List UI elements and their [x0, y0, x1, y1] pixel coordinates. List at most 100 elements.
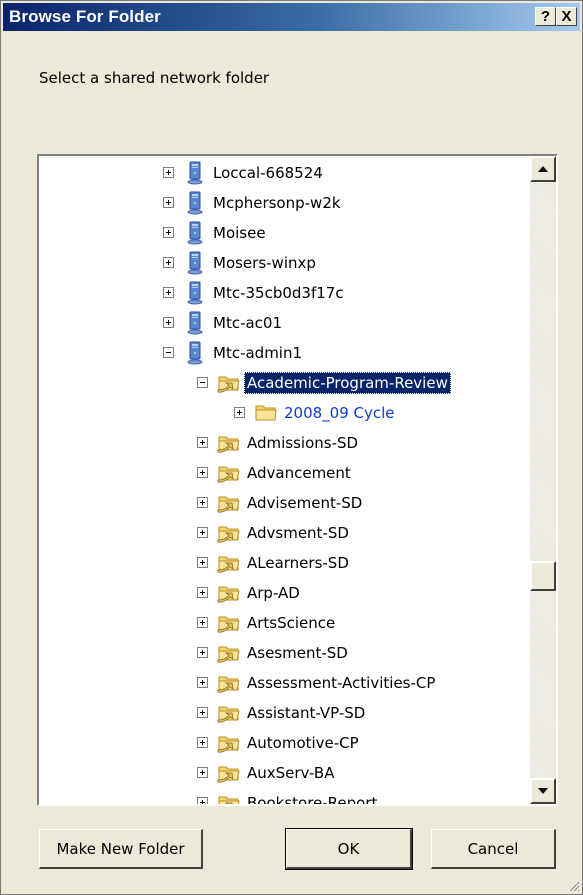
shared-folder-icon	[217, 551, 241, 575]
tree-item-label: AuxServ-BA	[247, 764, 335, 782]
expand-plus-icon[interactable]	[234, 407, 245, 418]
shared-folder-icon	[217, 701, 241, 725]
window-title: Browse For Folder	[9, 7, 161, 26]
collapse-minus-icon[interactable]	[163, 347, 174, 358]
folder-tree: Loccal-668524 Mcphersonp-w2k Moisee Mosers-…	[39, 156, 530, 804]
tree-item[interactable]: Academic-Program-Review	[39, 368, 530, 398]
shared-folder-icon	[217, 791, 241, 804]
expand-plus-icon[interactable]	[197, 497, 208, 508]
tree-item-label: Mosers-winxp	[213, 254, 316, 272]
computer-icon	[183, 221, 207, 245]
tree-item-label: 2008_09 Cycle	[284, 404, 395, 422]
expand-plus-icon[interactable]	[197, 437, 208, 448]
folder-tree-view[interactable]: Loccal-668524 Mcphersonp-w2k Moisee Mosers-…	[37, 154, 558, 806]
tree-item-label: Loccal-668524	[213, 164, 323, 182]
tree-item[interactable]: Assistant-VP-SD	[39, 698, 530, 728]
tree-item-label: Moisee	[213, 224, 266, 242]
scroll-up-button[interactable]	[530, 156, 556, 182]
expand-plus-icon[interactable]	[197, 557, 208, 568]
tree-item-label: Mtc-35cb0d3f17c	[213, 284, 344, 302]
tree-item[interactable]: Arp-AD	[39, 578, 530, 608]
expand-plus-icon[interactable]	[197, 527, 208, 538]
tree-item[interactable]: Admissions-SD	[39, 428, 530, 458]
expand-plus-icon[interactable]	[197, 647, 208, 658]
expand-plus-icon[interactable]	[163, 227, 174, 238]
scroll-down-button[interactable]	[530, 778, 556, 804]
tree-item[interactable]: ALearners-SD	[39, 548, 530, 578]
title-bar[interactable]: Browse For Folder ? X	[3, 3, 580, 31]
tree-item-label: Asesment-SD	[247, 644, 348, 662]
tree-item[interactable]: ArtsScience	[39, 608, 530, 638]
tree-item-label: Advsment-SD	[247, 524, 349, 542]
tree-item-label: ArtsScience	[247, 614, 336, 632]
tree-item-label: Admissions-SD	[247, 434, 359, 452]
expand-plus-icon[interactable]	[197, 617, 208, 628]
shared-folder-icon	[217, 371, 241, 395]
browse-for-folder-dialog: Browse For Folder ? X Select a shared ne…	[0, 0, 583, 895]
expand-plus-icon[interactable]	[163, 167, 174, 178]
tree-item[interactable]: Loccal-668524	[39, 158, 530, 188]
resize-grip-icon[interactable]	[566, 878, 580, 892]
arrow-up-icon	[538, 166, 548, 172]
tree-item[interactable]: Mcphersonp-w2k	[39, 188, 530, 218]
expand-plus-icon[interactable]	[197, 467, 208, 478]
make-new-folder-button[interactable]: Make New Folder	[39, 829, 203, 869]
tree-item[interactable]: Mosers-winxp	[39, 248, 530, 278]
ok-button[interactable]: OK	[285, 828, 413, 870]
tree-item[interactable]: AuxServ-BA	[39, 758, 530, 788]
shared-folder-icon	[217, 731, 241, 755]
computer-icon	[183, 311, 207, 335]
expand-plus-icon[interactable]	[197, 737, 208, 748]
expand-plus-icon[interactable]	[163, 317, 174, 328]
tree-item[interactable]: Mtc-ac01	[39, 308, 530, 338]
shared-folder-icon	[217, 521, 241, 545]
tree-item[interactable]: Advancement	[39, 458, 530, 488]
tree-item[interactable]: Automotive-CP	[39, 728, 530, 758]
close-button[interactable]: X	[556, 7, 577, 26]
tree-item-label: Mtc-ac01	[213, 314, 283, 332]
tree-item-label: Advisement-SD	[247, 494, 363, 512]
shared-folder-icon	[217, 641, 241, 665]
tree-item-label: Bookstore-Report	[247, 794, 378, 804]
scroll-thumb[interactable]	[530, 561, 556, 591]
expand-plus-icon[interactable]	[197, 677, 208, 688]
expand-plus-icon[interactable]	[163, 287, 174, 298]
computer-icon	[183, 191, 207, 215]
collapse-minus-icon[interactable]	[197, 377, 208, 388]
expand-plus-icon[interactable]	[163, 197, 174, 208]
tree-item[interactable]: 2008_09 Cycle	[39, 398, 530, 428]
tree-item[interactable]: Advsment-SD	[39, 518, 530, 548]
tree-item-label: Academic-Program-Review	[244, 372, 451, 394]
vertical-scrollbar[interactable]	[530, 156, 556, 804]
tree-item[interactable]: Moisee	[39, 218, 530, 248]
expand-plus-icon[interactable]	[163, 257, 174, 268]
computer-icon	[183, 341, 207, 365]
shared-folder-icon	[217, 611, 241, 635]
tree-item-label: Mtc-admin1	[213, 344, 303, 362]
computer-icon	[183, 281, 207, 305]
folder-icon	[254, 401, 278, 425]
computer-icon	[183, 251, 207, 275]
expand-plus-icon[interactable]	[197, 767, 208, 778]
tree-item[interactable]: Asesment-SD	[39, 638, 530, 668]
expand-plus-icon[interactable]	[197, 707, 208, 718]
shared-folder-icon	[217, 461, 241, 485]
help-button[interactable]: ?	[535, 7, 556, 26]
shared-folder-icon	[217, 761, 241, 785]
expand-plus-icon[interactable]	[197, 587, 208, 598]
tree-item-label: Automotive-CP	[247, 734, 359, 752]
shared-folder-icon	[217, 491, 241, 515]
tree-item[interactable]: Mtc-35cb0d3f17c	[39, 278, 530, 308]
expand-plus-icon[interactable]	[197, 797, 208, 804]
shared-folder-icon	[217, 671, 241, 695]
cancel-button[interactable]: Cancel	[431, 829, 556, 869]
tree-item-label: Assistant-VP-SD	[247, 704, 366, 722]
tree-item[interactable]: Mtc-admin1	[39, 338, 530, 368]
tree-item-label: Advancement	[247, 464, 351, 482]
tree-item[interactable]: Advisement-SD	[39, 488, 530, 518]
tree-item-label: Assessment-Activities-CP	[247, 674, 436, 692]
instruction-text: Select a shared network folder	[39, 69, 270, 87]
tree-item[interactable]: Assessment-Activities-CP	[39, 668, 530, 698]
tree-item[interactable]: Bookstore-Report	[39, 788, 530, 804]
arrow-down-icon	[538, 788, 548, 794]
